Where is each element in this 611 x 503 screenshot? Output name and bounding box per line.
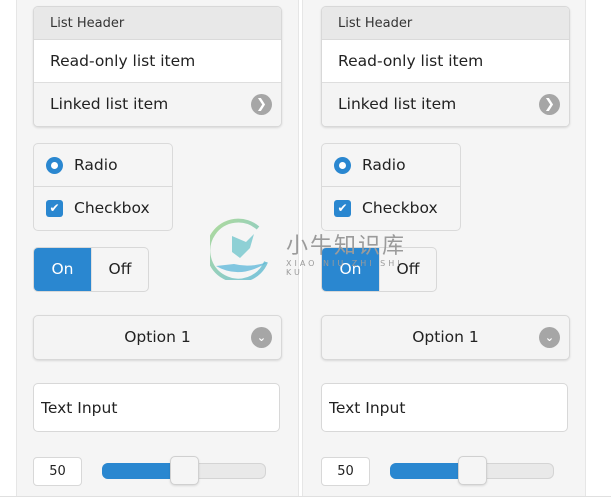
choice-group: Radio ✔ Checkbox (33, 143, 173, 231)
on-off-segmented-toggle: On Off (33, 247, 149, 292)
list-view: List Header Read-only list item Linked l… (321, 6, 570, 127)
option-select[interactable]: Option 1 ⌄ (321, 315, 570, 360)
select-value: Option 1 (124, 328, 191, 346)
slider-thumb[interactable] (170, 456, 199, 485)
option-select[interactable]: Option 1 ⌄ (33, 315, 282, 360)
text-input[interactable] (321, 383, 568, 432)
linked-list-item-label: Linked list item (50, 95, 169, 113)
chevron-down-icon: ⌄ (251, 327, 272, 348)
radio-label: Radio (74, 156, 118, 174)
choice-group: Radio ✔ Checkbox (321, 143, 461, 231)
radio-option[interactable]: Radio (34, 144, 172, 187)
list-header: List Header (34, 7, 281, 40)
toggle-off-button[interactable]: Off (91, 248, 148, 291)
checkbox-checked-icon[interactable]: ✔ (46, 200, 63, 217)
radio-button-icon[interactable] (46, 157, 63, 174)
checkbox-option[interactable]: ✔ Checkbox (322, 187, 460, 230)
toggle-off-button[interactable]: Off (379, 248, 436, 291)
checkbox-label: Checkbox (362, 199, 438, 217)
read-only-list-item-label: Read-only list item (338, 52, 484, 70)
radio-button-icon[interactable] (334, 157, 351, 174)
text-input[interactable] (33, 383, 280, 432)
chevron-right-icon: ❯ (251, 94, 272, 115)
slider-thumb[interactable] (458, 456, 487, 485)
checkbox-label: Checkbox (74, 199, 150, 217)
chevron-down-icon: ⌄ (539, 327, 560, 348)
read-only-list-item: Read-only list item (322, 40, 569, 83)
on-off-segmented-toggle: On Off (321, 247, 437, 292)
slider-track[interactable] (102, 456, 266, 485)
list-view: List Header Read-only list item Linked l… (33, 6, 282, 127)
slider-value-box[interactable]: 50 (321, 457, 370, 486)
radio-option[interactable]: Radio (322, 144, 460, 187)
checkbox-checked-icon[interactable]: ✔ (334, 200, 351, 217)
linked-list-item[interactable]: Linked list item ❯ (34, 83, 281, 126)
read-only-list-item-label: Read-only list item (50, 52, 196, 70)
radio-label: Radio (362, 156, 406, 174)
linked-list-item-label: Linked list item (338, 95, 457, 113)
chevron-right-icon: ❯ (539, 94, 560, 115)
toggle-on-button[interactable]: On (34, 248, 91, 291)
slider-value-box[interactable]: 50 (33, 457, 82, 486)
linked-list-item[interactable]: Linked list item ❯ (322, 83, 569, 126)
slider-track[interactable] (390, 456, 554, 485)
select-value: Option 1 (412, 328, 479, 346)
list-header: List Header (322, 7, 569, 40)
toggle-on-button[interactable]: On (322, 248, 379, 291)
read-only-list-item: Read-only list item (34, 40, 281, 83)
checkbox-option[interactable]: ✔ Checkbox (34, 187, 172, 230)
bottom-divider (0, 496, 611, 497)
